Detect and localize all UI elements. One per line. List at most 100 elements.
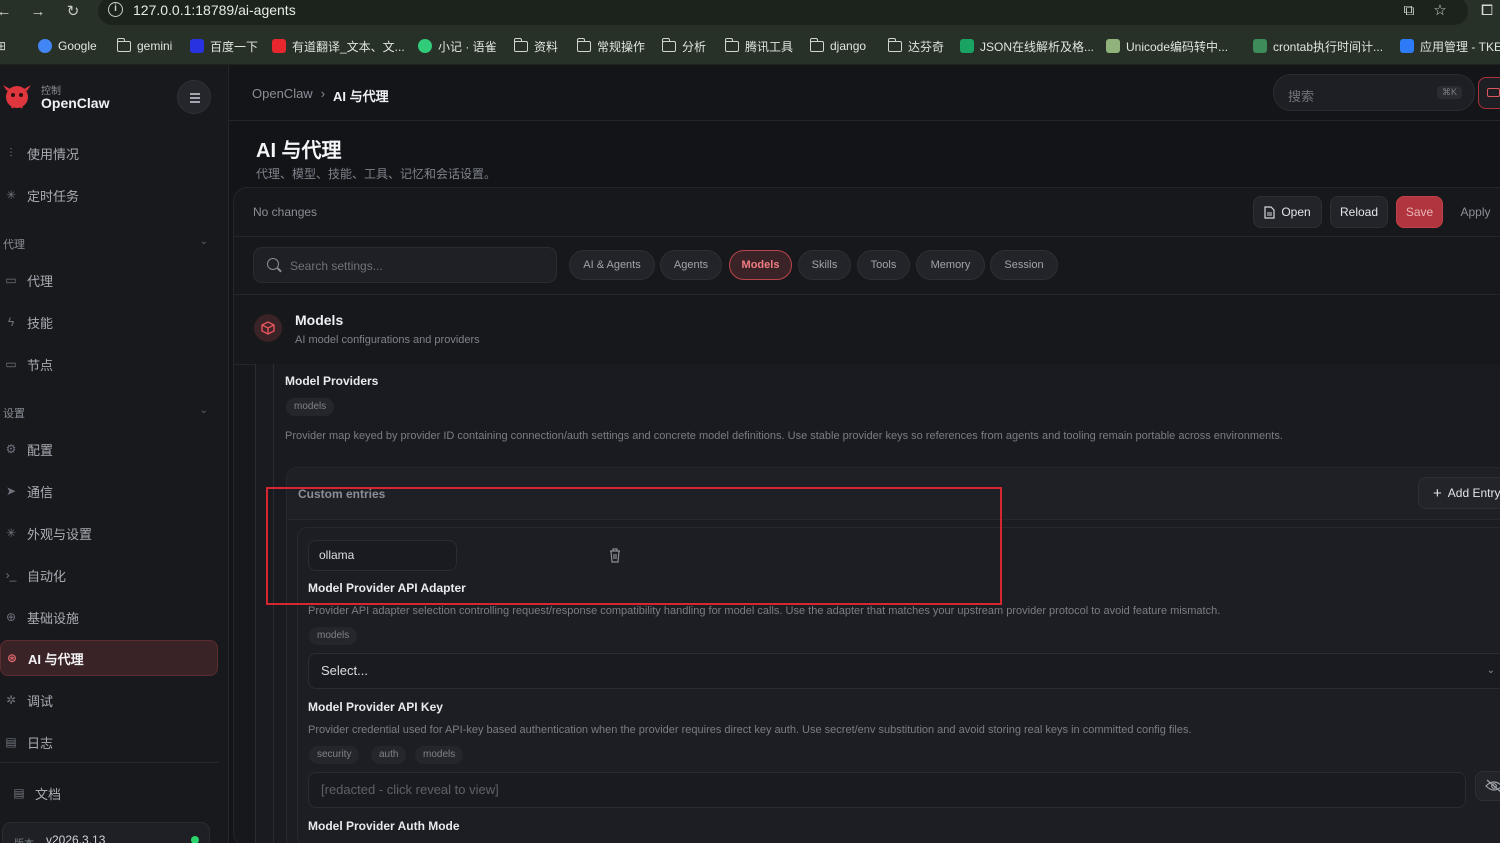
sidebar-group-label: 设置 [3,408,25,420]
gear-icon: ⚙ [5,442,17,456]
reveal-button[interactable] [1475,771,1500,801]
sidebar-toggle-button[interactable] [177,80,211,114]
tab-session[interactable]: Session [990,250,1058,280]
tab-agents[interactable]: Agents [660,250,722,280]
forward-icon[interactable]: → [28,2,48,22]
add-entry-button[interactable]: + Add Entry [1418,477,1500,509]
bookmark-item[interactable]: 应用管理 - TKE [1400,37,1500,55]
tab-ai-agents[interactable]: AI & Agents [569,250,655,280]
tag-models: models [286,398,335,416]
globe-icon: ⊕ [5,610,17,624]
google-icon [38,39,52,53]
sidebar-item-settings-0[interactable]: ⚙ 配置 [0,431,218,467]
indent-guide [273,364,274,843]
terminal-icon: ›_ [5,568,17,582]
sidebar-item-settings-7[interactable]: ▤ 日志 [0,724,218,760]
sidebar-group-settings[interactable]: 设置 ⌄ [3,405,208,421]
tag-security: security [309,746,360,764]
bookmark-star-icon[interactable]: ☆ [1429,1,1451,23]
bookmark-label: 应用管理 - TKE [1420,39,1500,54]
version-value: v2026.3.13 [46,833,106,843]
settings-search-input[interactable]: Search settings... [253,247,557,283]
bolt-icon: ϟ [7,315,15,329]
field-description: Provider credential used for API-key bas… [308,724,1192,736]
url-text[interactable]: 127.0.0.1:18789/ai-agents [133,2,296,18]
save-button[interactable]: Save [1396,196,1443,228]
address-bar[interactable]: i 127.0.0.1:18789/ai-agents [98,0,1468,25]
sidebar-item-settings-5[interactable]: ⊛ AI 与代理 [0,640,218,676]
select-value: Select... [321,663,368,678]
translate-icon[interactable]: ⧉ [1398,1,1420,23]
tab-tools[interactable]: Tools [857,250,910,280]
sidebar-item-top-1[interactable]: ✳ 定时任务 [0,177,218,213]
sidebar-item-settings-1[interactable]: ➤ 通信 [0,473,218,509]
sidebar-item-agent-0[interactable]: ▭ 代理 [0,262,218,298]
sidebar-item-settings-4[interactable]: ⊕ 基础设施 [0,599,218,635]
bookmark-item[interactable]: 有道翻译_文本、文... [272,37,405,55]
sidebar-item-agent-2[interactable]: ▭ 节点 [0,346,218,382]
bug-icon: ✲ [5,693,17,707]
bookmark-item[interactable]: django [809,37,866,55]
reload-button[interactable]: Reload [1330,196,1388,228]
tab-label: Skills [811,259,838,271]
tab-label: Tools [870,259,897,271]
crontab-icon [1253,39,1267,53]
bookmark-item[interactable]: gemini [116,37,173,55]
settings-search-placeholder: Search settings... [290,259,383,273]
divider [233,294,1500,295]
bookmark-label: 百度一下 [210,39,259,54]
tab-skills[interactable]: Skills [798,250,851,280]
site-info-icon[interactable]: i [108,2,123,17]
sidebar-item-docs[interactable]: ▤ 文档 [0,775,218,811]
bookmark-item[interactable]: 分析 [661,37,706,55]
tab-label: Agents [673,259,709,271]
api-key-input[interactable]: [redacted - click reveal to view] [308,772,1466,808]
apps-icon[interactable]: ⊞ [0,37,6,55]
bookmark-item[interactable]: 百度一下 [190,37,258,55]
sidebar-item-settings-3[interactable]: ›_ 自动化 [0,557,218,593]
bookmark-item[interactable]: Google [38,37,97,55]
field-description: Provider map keyed by provider ID contai… [285,430,1283,442]
api-adapter-select[interactable]: Select... ⌄ [308,653,1500,689]
monitor-button[interactable] [1478,77,1500,109]
sidebar-item-settings-2[interactable]: ✳ 外观与设置 [0,515,218,551]
version-badge: 版本 v2026.3.13 [2,822,210,843]
apply-button[interactable]: Apply [1451,196,1500,228]
tab-memory[interactable]: Memory [916,250,985,280]
breadcrumb-root[interactable]: OpenClaw [252,86,313,105]
add-entry-label: Add Entry [1447,486,1500,500]
bookmark-item[interactable]: crontab执行时间计... [1253,37,1383,55]
sidebar-item-top-0[interactable]: ⫶ 使用情况 [0,135,218,171]
global-search-input[interactable]: 搜索 ⌘K [1273,74,1475,111]
folder-icon [724,37,739,52]
cube-icon [261,321,275,335]
reload-icon[interactable]: ↻ [63,2,83,22]
extensions-icon[interactable]: ⧠ [1476,1,1498,23]
search-placeholder: 搜索 [1288,89,1315,104]
bookmark-item[interactable]: Unicode编码转中... [1106,37,1228,55]
bookmark-item[interactable]: JSON在线解析及格... [960,37,1094,55]
plus-icon: + [1433,484,1442,502]
tab-label: AI & Agents [583,259,641,271]
page-title: AI 与代理 [256,140,342,162]
bookmark-label: gemini [137,39,173,53]
bookmark-label: 资料 [534,39,559,54]
back-icon[interactable]: ← [0,2,14,22]
save-label: Save [1405,205,1434,219]
sidebar-group-agent[interactable]: 代理 ⌄ [3,236,208,252]
sidebar-item-label: AI 与代理 [28,651,84,667]
bookmark-item[interactable]: 达芬奇 [887,37,944,55]
entry-key-input[interactable]: ollama [308,540,457,571]
open-button[interactable]: Open [1253,196,1322,228]
trash-icon[interactable] [608,547,622,563]
sidebar-item-agent-1[interactable]: ϟ 技能 [0,304,218,340]
version-label: 版本 [14,835,34,843]
bookmark-item[interactable]: 小记 · 语雀 [418,37,497,55]
bookmark-item[interactable]: 常规操作 [576,37,645,55]
search-icon [267,258,279,270]
bookmark-item[interactable]: 资料 [513,37,559,55]
tab-models[interactable]: Models [729,250,792,280]
sidebar-item-settings-6[interactable]: ✲ 调试 [0,682,218,718]
page-subtitle: 代理、模型、技能、工具、记忆和会话设置。 [256,167,497,181]
bookmark-item[interactable]: 腾讯工具 [724,37,793,55]
